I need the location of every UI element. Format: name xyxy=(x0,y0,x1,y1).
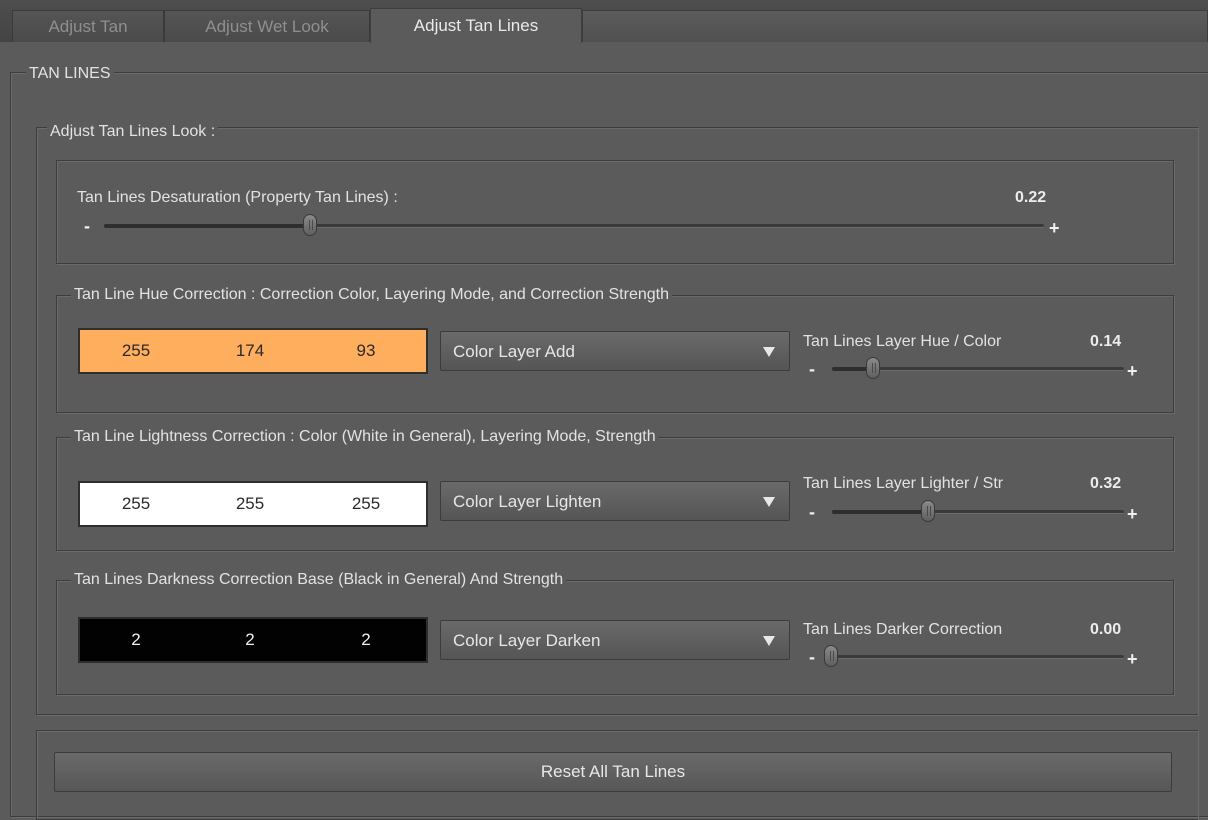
lightness-slider-thumb[interactable] xyxy=(921,500,935,522)
chevron-down-icon xyxy=(763,636,775,646)
tab-bar: Adjust Tan Adjust Wet Look Adjust Tan Li… xyxy=(0,0,1208,43)
section-title: TAN LINES xyxy=(26,64,114,84)
darkness-slider-thumb[interactable] xyxy=(824,645,838,667)
desaturation-plus[interactable]: + xyxy=(1049,219,1060,237)
darkness-slider-label: Tan Lines Darker Correction xyxy=(803,621,1003,638)
hue-color-b[interactable]: 93 xyxy=(336,330,396,372)
chevron-down-icon xyxy=(763,347,775,357)
darkness-mode-dropdown[interactable]: Color Layer Darken xyxy=(440,620,790,660)
darkness-slider-plus[interactable]: + xyxy=(1127,650,1138,668)
hue-slider-label: Tan Lines Layer Hue / Color xyxy=(803,333,1002,350)
darkness-color-r[interactable]: 2 xyxy=(106,619,166,661)
lightness-color-g[interactable]: 255 xyxy=(220,483,280,525)
reset-all-tan-lines-button[interactable]: Reset All Tan Lines xyxy=(54,752,1172,792)
lightness-slider-plus[interactable]: + xyxy=(1127,505,1138,523)
tab-adjust-wet-look[interactable]: Adjust Wet Look xyxy=(164,10,370,42)
lightness-mode-label: Color Layer Lighten xyxy=(453,492,602,511)
darkness-color-swatch[interactable]: 2 2 2 xyxy=(78,617,428,663)
desaturation-fill xyxy=(104,224,310,228)
lightness-color-r[interactable]: 255 xyxy=(106,483,166,525)
chevron-down-icon xyxy=(763,497,775,507)
hue-group-title: Tan Line Hue Correction : Correction Col… xyxy=(71,285,672,305)
hue-color-r[interactable]: 255 xyxy=(106,330,166,372)
desaturation-thumb[interactable] xyxy=(303,214,317,236)
darkness-slider-value: 0.00 xyxy=(1090,621,1122,638)
hue-mode-label: Color Layer Add xyxy=(453,342,575,361)
tab-bar-filler xyxy=(582,10,1208,42)
darkness-slider-track[interactable] xyxy=(832,655,1124,659)
hue-slider-thumb[interactable] xyxy=(866,357,880,379)
desaturation-panel xyxy=(56,160,1174,264)
hue-slider-value: 0.14 xyxy=(1090,333,1122,350)
darkness-color-g[interactable]: 2 xyxy=(220,619,280,661)
adjust-look-title: Adjust Tan Lines Look : xyxy=(47,122,219,142)
hue-mode-dropdown[interactable]: Color Layer Add xyxy=(440,331,790,371)
hue-slider-plus[interactable]: + xyxy=(1127,362,1138,380)
tab-adjust-tan-lines[interactable]: Adjust Tan Lines xyxy=(370,8,582,43)
hue-color-swatch[interactable]: 255 174 93 xyxy=(78,328,428,374)
lightness-group-title: Tan Line Lightness Correction : Color (W… xyxy=(71,427,659,447)
darkness-slider-minus[interactable]: - xyxy=(809,648,815,666)
desaturation-value: 0.22 xyxy=(1015,189,1047,206)
desaturation-label: Tan Lines Desaturation (Property Tan Lin… xyxy=(77,189,398,206)
lightness-color-b[interactable]: 255 xyxy=(336,483,396,525)
desaturation-minus[interactable]: - xyxy=(84,217,90,235)
lightness-slider-minus[interactable]: - xyxy=(809,503,815,521)
lightness-slider-value: 0.32 xyxy=(1090,475,1122,492)
lightness-slider-label: Tan Lines Layer Lighter / Str xyxy=(803,475,1004,492)
darkness-group-title: Tan Lines Darkness Correction Base (Blac… xyxy=(71,570,567,590)
hue-slider-minus[interactable]: - xyxy=(809,360,815,378)
darkness-mode-label: Color Layer Darken xyxy=(453,631,601,650)
lightness-color-swatch[interactable]: 255 255 255 xyxy=(78,481,428,527)
tab-adjust-tan[interactable]: Adjust Tan xyxy=(12,10,164,42)
lightness-slider-fill xyxy=(832,510,928,514)
darkness-color-b[interactable]: 2 xyxy=(336,619,396,661)
hue-color-g[interactable]: 174 xyxy=(220,330,280,372)
lightness-mode-dropdown[interactable]: Color Layer Lighten xyxy=(440,481,790,521)
